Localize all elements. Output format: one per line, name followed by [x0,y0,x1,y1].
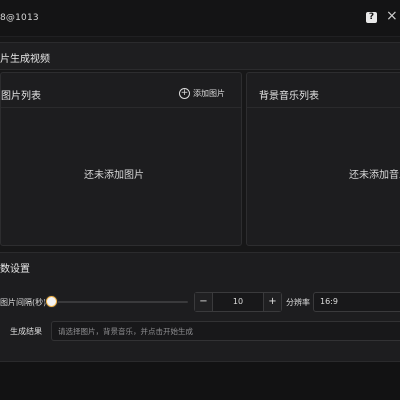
add-image-label: 添加图片 [193,88,225,98]
plus-circle-icon: + [179,87,190,99]
increment-button[interactable]: + [263,293,281,311]
music-list-panel: 背景音乐列表 还未添加音乐 [246,72,400,246]
help-icon[interactable]: ? [366,12,377,23]
interval-label: 图片间隔(秒) [0,298,47,307]
resolution-label: 分辨率 [286,298,310,307]
bottom-area [0,362,400,400]
settings-title: 数设置 [0,264,30,275]
decrement-button[interactable]: − [195,293,213,311]
close-icon[interactable]: × [386,9,398,23]
interval-value[interactable]: 10 [213,293,263,311]
add-image-button[interactable]: + 添加图片 [179,86,225,100]
image-list-title: 图片列表 [1,91,41,102]
result-field[interactable]: 请选择图片，背景音乐，并点击开始生成 [51,321,400,341]
music-list-title: 背景音乐列表 [259,91,319,102]
main-section-title: 片生成视频 [0,54,50,65]
interval-stepper: − 10 + [194,292,282,312]
title-bar: 8@1013 ? × [0,0,400,37]
app-window: 8@1013 ? × 片生成视频 图片列表 + 添加图片 还未添加图片 背景音乐… [0,0,400,400]
panel-divider [1,107,241,108]
window-title: 8@1013 [0,13,39,23]
image-list-panel: 图片列表 + 添加图片 还未添加图片 [0,72,242,246]
resolution-value: 16:9 [320,297,338,306]
panel-divider [247,107,400,108]
result-placeholder: 请选择图片，背景音乐，并点击开始生成 [58,327,193,336]
interval-slider-thumb[interactable] [46,296,57,307]
result-label: 生成结果 [10,327,42,336]
image-list-empty-text: 还未添加图片 [84,170,144,181]
music-list-empty-text: 还未添加音乐 [349,170,400,181]
resolution-select[interactable]: 16:9 [313,292,400,312]
main-section-header: 片生成视频 [0,42,400,70]
interval-slider-track[interactable] [50,301,188,303]
settings-header: 数设置 [0,252,400,280]
